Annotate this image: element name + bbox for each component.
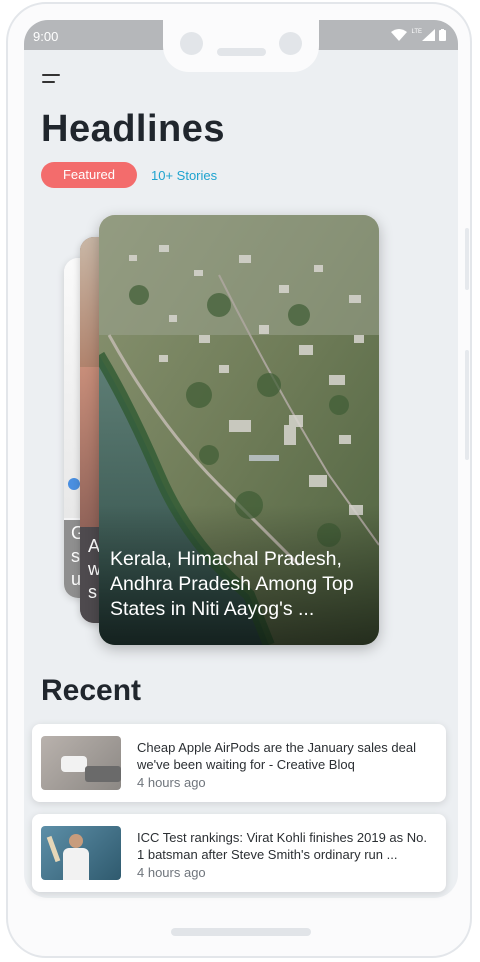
news-headline: Cheap Apple AirPods are the January sale… <box>137 740 416 772</box>
wifi-icon <box>391 29 408 41</box>
news-time: 4 hours ago <box>137 865 206 880</box>
stories-count-link[interactable]: 10+ Stories <box>151 168 217 183</box>
news-headline: ICC Test rankings: Virat Kohli finishes … <box>137 830 427 862</box>
news-item-kohli[interactable]: ICC Test rankings: Virat Kohli finishes … <box>32 814 446 892</box>
battery-icon <box>439 29 446 41</box>
network-type: LTE <box>411 29 422 35</box>
status-time: 9:00 <box>33 29 59 44</box>
news-thumbnail <box>41 736 121 790</box>
speaker-grill <box>217 48 266 56</box>
home-indicator[interactable] <box>171 928 311 936</box>
menu-icon[interactable] <box>42 72 64 86</box>
featured-tab[interactable]: Featured <box>41 162 137 188</box>
volume-button <box>465 228 469 290</box>
camera-notch <box>163 20 319 72</box>
featured-story-card[interactable]: Kerala, Himachal Pradesh, Andhra Pradesh… <box>99 215 379 645</box>
camera-icon <box>180 32 203 55</box>
news-item-airpods[interactable]: Cheap Apple AirPods are the January sale… <box>32 724 446 802</box>
signal-icon <box>422 29 435 41</box>
featured-story-title: Kerala, Himachal Pradesh, Andhra Pradesh… <box>110 548 354 620</box>
news-time: 4 hours ago <box>137 775 206 790</box>
recent-section-title: Recent <box>41 674 142 707</box>
sensor-icon <box>279 32 302 55</box>
power-button <box>465 350 469 460</box>
news-thumbnail <box>41 826 121 880</box>
page-title: Headlines <box>41 108 226 150</box>
